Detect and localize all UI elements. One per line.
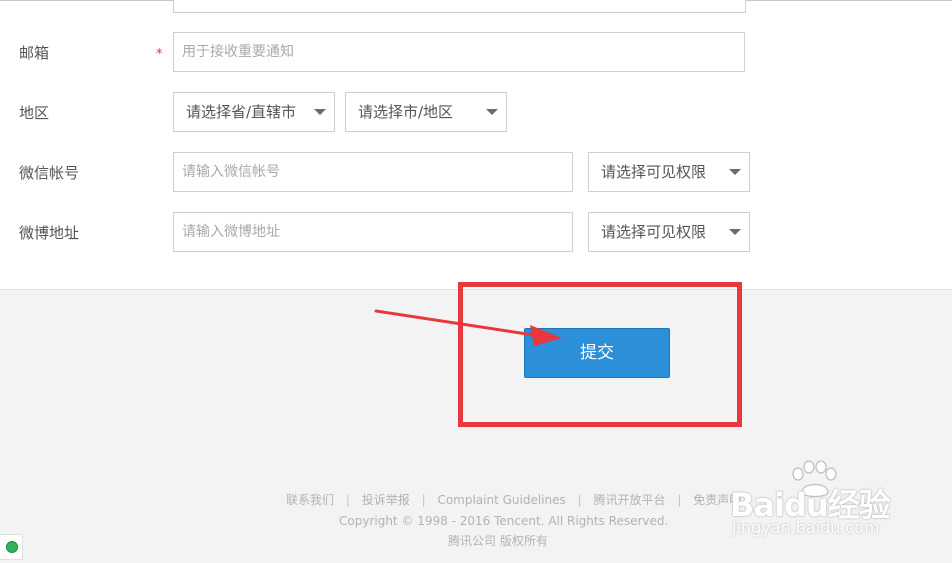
region-label: 地区	[19, 104, 50, 122]
province-select-value: 请选择省/直辖市	[186, 103, 297, 121]
chevron-down-icon	[729, 229, 741, 235]
chevron-down-icon	[486, 109, 498, 115]
submit-button[interactable]: 提交	[524, 328, 670, 378]
footer-separator: |	[577, 493, 582, 507]
wechat-visibility-value: 请选择可见权限	[601, 163, 707, 181]
footer-separator: |	[345, 493, 350, 507]
footer-link-open-platform[interactable]: 腾讯开放平台	[593, 493, 665, 507]
previous-field-bottom[interactable]	[173, 0, 746, 13]
wechat-label: 微信帐号	[19, 164, 80, 182]
wechat-field[interactable]	[173, 152, 573, 192]
footer-separator: |	[677, 493, 682, 507]
weibo-field[interactable]	[173, 212, 573, 252]
profile-form: 邮箱 * 地区 请选择省/直辖市 请选择市/地区 微信帐号 请选择可见权限 微博…	[0, 0, 952, 289]
footer-company: 腾讯公司 版权所有	[448, 534, 548, 548]
status-dot-icon	[6, 541, 18, 553]
footer-copyright: Copyright © 1998 - 2016 Tencent. All Rig…	[339, 514, 669, 528]
floating-status-widget[interactable]	[0, 534, 23, 560]
city-select[interactable]: 请选择市/地区	[345, 92, 507, 132]
footer-link-contact[interactable]: 联系我们	[286, 493, 334, 507]
email-label: 邮箱	[19, 44, 50, 62]
watermark-url: jingyan.baidu.com	[732, 518, 880, 537]
weibo-visibility-select[interactable]: 请选择可见权限	[588, 212, 750, 252]
email-field[interactable]	[173, 32, 745, 72]
footer-link-report[interactable]: 投诉举报	[362, 493, 410, 507]
baidu-jingyan-watermark: Baidu经验 jingyan.baidu.com	[730, 458, 940, 548]
province-select[interactable]: 请选择省/直辖市	[173, 92, 335, 132]
footer-links: 联系我们 | 投诉举报 | Complaint Guidelines | 腾讯开…	[286, 492, 741, 508]
section-divider	[0, 289, 952, 290]
footer-link-complaint-guidelines[interactable]: Complaint Guidelines	[437, 493, 565, 507]
weibo-label: 微博地址	[19, 224, 80, 242]
chevron-down-icon	[314, 109, 326, 115]
weibo-visibility-value: 请选择可见权限	[601, 223, 707, 241]
chevron-down-icon	[729, 169, 741, 175]
city-select-value: 请选择市/地区	[358, 103, 454, 121]
required-star: *	[156, 47, 163, 62]
footer-separator: |	[421, 493, 426, 507]
wechat-visibility-select[interactable]: 请选择可见权限	[588, 152, 750, 192]
